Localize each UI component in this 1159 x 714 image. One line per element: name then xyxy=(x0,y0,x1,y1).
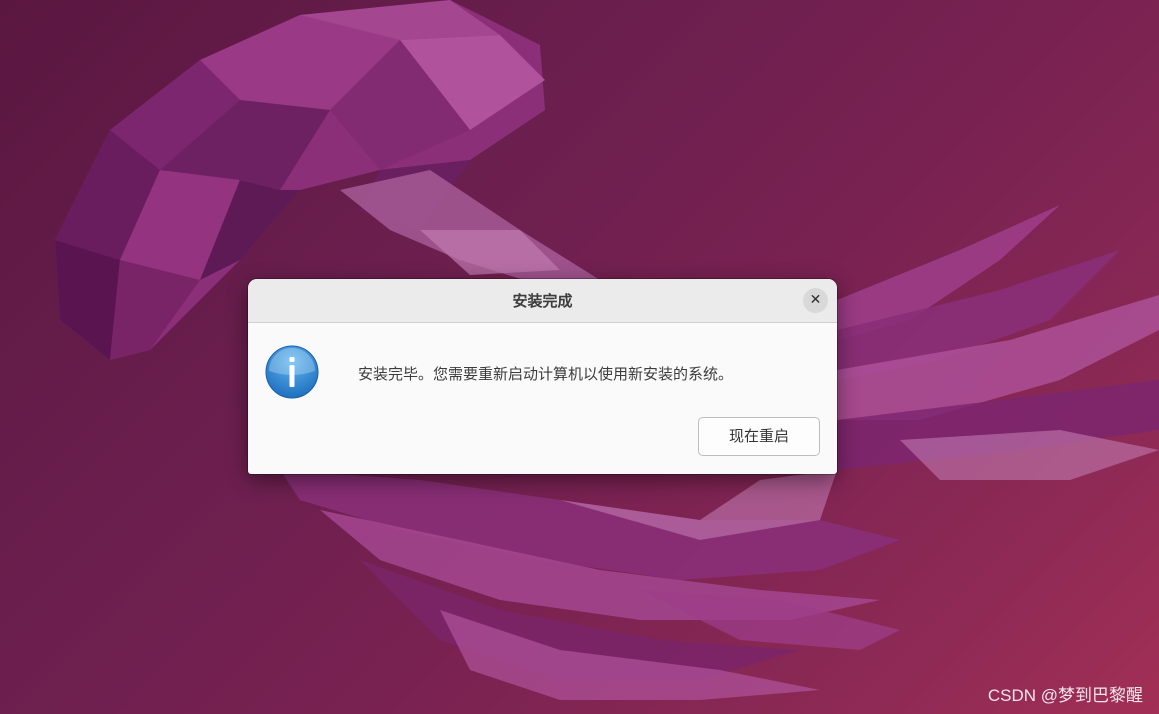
install-complete-dialog: 安装完成 ✕ 安装完毕。您需要重新启动计算机以使用新安装的系统。 现在重启 xyxy=(248,279,837,474)
close-button[interactable]: ✕ xyxy=(803,288,828,313)
info-icon xyxy=(265,345,319,399)
restart-now-button[interactable]: 现在重启 xyxy=(698,417,820,456)
watermark: CSDN @梦到巴黎醒 xyxy=(987,686,1143,705)
dialog-title: 安装完成 xyxy=(512,292,573,310)
close-icon: ✕ xyxy=(809,292,822,308)
dialog-titlebar: 安装完成 ✕ xyxy=(248,279,837,323)
desktop: 安装完成 ✕ 安装完毕。您需要重新启动计算机以使用新安装的系统。 现在重启 CS… xyxy=(0,0,1159,714)
dialog-message: 安装完毕。您需要重新启动计算机以使用新安装的系统。 xyxy=(358,365,734,383)
